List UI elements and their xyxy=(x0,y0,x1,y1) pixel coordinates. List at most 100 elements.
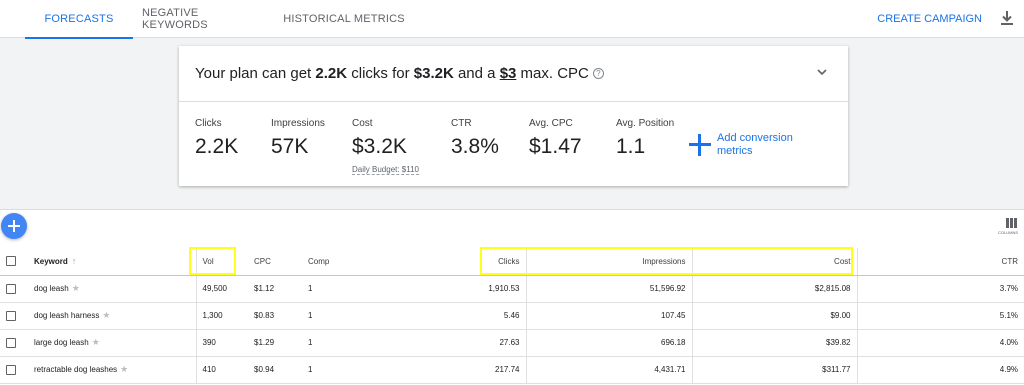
tab-historical-metrics[interactable]: HISTORICAL METRICS xyxy=(283,0,405,38)
ctr-cell: 5.1% xyxy=(857,302,1024,330)
metric-value: 1.1 xyxy=(616,135,646,158)
comp-cell: 1 xyxy=(302,275,478,303)
plus-icon xyxy=(689,134,711,156)
tab-negative-keywords[interactable]: NEGATIVE KEYWORDS xyxy=(142,0,266,38)
comp-cell: 1 xyxy=(302,302,478,330)
cpc-cell: $0.94 xyxy=(248,356,302,384)
star-icon[interactable]: ★ xyxy=(72,283,80,294)
plan-cost: $3.2K xyxy=(413,65,454,82)
select-all-checkbox[interactable] xyxy=(6,256,16,267)
plan-text-mid2: and a xyxy=(457,65,496,82)
impressions-cell: 51,596.92 xyxy=(526,275,693,303)
row-select-cell xyxy=(0,329,28,357)
create-campaign-button[interactable]: CREATE CAMPAIGN xyxy=(877,0,982,38)
cost-cell: $2,815.08 xyxy=(692,275,858,303)
row-checkbox[interactable] xyxy=(6,337,16,348)
metric-cost: Cost $3.2K Daily Budget: $110 xyxy=(352,118,420,177)
sort-arrow-icon: ↑ xyxy=(71,256,77,267)
header-keyword[interactable]: Keyword ↑ xyxy=(28,248,197,276)
plan-clicks: 2.2K xyxy=(315,65,348,82)
header-cpc[interactable]: CPC xyxy=(248,248,302,276)
clicks-cell: 5.46 xyxy=(478,302,527,330)
impressions-cell: 107.45 xyxy=(526,302,693,330)
vol-cell: 49,500 xyxy=(196,275,248,303)
ctr-cell: 4.9% xyxy=(857,356,1024,384)
metric-ctr: CTR 3.8% xyxy=(451,118,499,159)
add-conversion-label: Add conversion metrics xyxy=(717,132,793,157)
star-icon[interactable]: ★ xyxy=(102,310,110,321)
header-comp[interactable]: Comp xyxy=(302,248,478,276)
keyword-text: retractable dog leashes xyxy=(34,365,118,374)
top-tab-bar: FORECASTS NEGATIVE KEYWORDS HISTORICAL M… xyxy=(0,0,1024,39)
keyword-cell: retractable dog leashes ★ xyxy=(28,356,197,384)
plan-text-mid1: clicks for xyxy=(351,65,410,82)
metric-avg-position: Avg. Position 1.1 xyxy=(616,118,674,159)
plan-max-cpc[interactable]: $3 xyxy=(500,65,517,82)
tab-forecasts[interactable]: FORECASTS xyxy=(25,0,133,39)
columns-icon xyxy=(1006,218,1018,228)
impressions-cell: 696.18 xyxy=(526,329,693,357)
row-checkbox[interactable] xyxy=(6,310,16,321)
star-icon[interactable]: ★ xyxy=(120,364,128,375)
header-clicks[interactable]: Clicks xyxy=(478,248,527,276)
clicks-cell: 1,910.53 xyxy=(478,275,527,303)
keyword-cell: large dog leash ★ xyxy=(28,329,197,357)
metric-label: CTR xyxy=(451,118,472,129)
daily-budget-link[interactable]: Daily Budget: $110 xyxy=(352,165,420,175)
keyword-table: Keyword ↑ Vol CPC Comp Clicks Impressions… xyxy=(0,248,1024,384)
keyword-text: large dog leash xyxy=(34,338,89,347)
row-select-cell xyxy=(0,302,28,330)
help-icon[interactable]: ? xyxy=(592,68,604,79)
plan-text-prefix: Your plan can get xyxy=(195,65,312,82)
header-ctr[interactable]: CTR xyxy=(857,248,1024,276)
table-row: dog leash ★ 49,500 $1.12 1 1,910.53 51,59… xyxy=(0,275,1024,303)
metric-label: Avg. Position xyxy=(616,118,675,129)
table-row: large dog leash ★ 390 $1.29 1 27.63 696.1… xyxy=(0,329,1024,357)
plan-summary-headline: Your plan can get 2.2K clicks for $3.2K … xyxy=(179,46,848,102)
vol-cell: 1,300 xyxy=(196,302,248,330)
metric-avg-cpc: Avg. CPC $1.47 xyxy=(529,118,582,159)
metric-label: Avg. CPC xyxy=(529,118,573,129)
metric-value: 57K xyxy=(271,135,309,158)
header-impressions[interactable]: Impressions xyxy=(526,248,693,276)
table-header-row: Keyword ↑ Vol CPC Comp Clicks Impressions… xyxy=(0,248,1024,276)
star-icon[interactable]: ★ xyxy=(92,337,100,348)
metric-value: $3.2K xyxy=(352,135,407,158)
metric-label: Cost xyxy=(352,118,373,129)
clicks-cell: 217.74 xyxy=(478,356,527,384)
header-vol[interactable]: Vol xyxy=(196,248,248,276)
metric-label: Clicks xyxy=(195,118,222,129)
vol-cell: 390 xyxy=(196,329,248,357)
cpc-cell: $0.83 xyxy=(248,302,302,330)
cost-cell: $9.00 xyxy=(692,302,858,330)
metric-clicks: Clicks 2.2K xyxy=(195,118,238,159)
row-checkbox[interactable] xyxy=(6,283,16,294)
metric-label: Impressions xyxy=(271,118,325,129)
table-row: retractable dog leashes ★ 410 $0.94 1 217… xyxy=(0,356,1024,384)
row-select-cell xyxy=(0,356,28,384)
keyword-text: dog leash xyxy=(34,284,69,293)
download-icon[interactable] xyxy=(1000,10,1014,26)
clicks-cell: 27.63 xyxy=(478,329,527,357)
keyword-cell: dog leash ★ xyxy=(28,275,197,303)
ctr-cell: 3.7% xyxy=(857,275,1024,303)
plan-text-suffix: max. CPC xyxy=(520,65,589,82)
columns-button[interactable]: COLUMNS xyxy=(998,218,1024,235)
chevron-down-icon[interactable] xyxy=(816,66,828,78)
plan-summary-card: Your plan can get 2.2K clicks for $3.2K … xyxy=(179,46,848,186)
impressions-cell: 4,431.71 xyxy=(526,356,693,384)
comp-cell: 1 xyxy=(302,356,478,384)
cpc-cell: $1.29 xyxy=(248,329,302,357)
columns-label: COLUMNS xyxy=(998,230,1019,235)
add-keyword-button[interactable] xyxy=(1,213,27,239)
metric-impressions: Impressions 57K xyxy=(271,118,325,159)
row-checkbox[interactable] xyxy=(6,364,16,375)
add-conversion-metrics-button[interactable]: Add conversion metrics xyxy=(689,132,797,158)
cpc-cell: $1.12 xyxy=(248,275,302,303)
comp-cell: 1 xyxy=(302,329,478,357)
row-select-cell xyxy=(0,275,28,303)
table-row: dog leash harness ★ 1,300 $0.83 1 5.46 10… xyxy=(0,302,1024,330)
header-cost[interactable]: Cost xyxy=(692,248,858,276)
metric-value: $1.47 xyxy=(529,135,582,158)
vol-cell: 410 xyxy=(196,356,248,384)
